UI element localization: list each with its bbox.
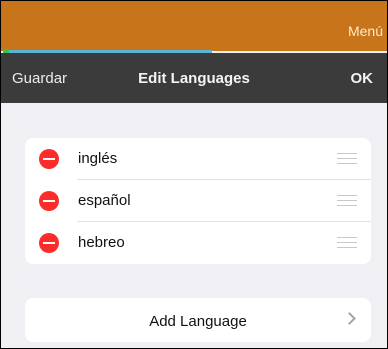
minus-circle-icon[interactable] — [39, 233, 59, 253]
language-label: hebreo — [78, 234, 125, 251]
language-row-hebreo[interactable]: hebreo — [25, 222, 371, 264]
add-language-button[interactable]: Add Language — [25, 298, 371, 342]
language-row-ingles[interactable]: inglés — [25, 138, 371, 180]
drag-handle-icon[interactable] — [337, 195, 357, 206]
add-language-label: Add Language — [149, 313, 247, 330]
menu-link[interactable]: Menú — [348, 23, 383, 39]
app-frame: Menú Guardar Edit Languages OK inglés es… — [0, 0, 388, 349]
language-row-espanol[interactable]: español — [25, 180, 371, 222]
drag-handle-icon[interactable] — [337, 237, 357, 248]
app-header: Menú — [1, 1, 387, 51]
language-list: inglés español hebreo — [25, 138, 371, 264]
minus-circle-icon[interactable] — [39, 149, 59, 169]
page-title: Edit Languages — [138, 70, 250, 87]
language-label: español — [78, 192, 131, 209]
minus-circle-icon[interactable] — [39, 191, 59, 211]
language-label: inglés — [78, 150, 118, 167]
navigation-bar: Guardar Edit Languages OK — [1, 53, 387, 103]
drag-handle-icon[interactable] — [337, 153, 357, 164]
ok-button[interactable]: OK — [351, 70, 374, 87]
